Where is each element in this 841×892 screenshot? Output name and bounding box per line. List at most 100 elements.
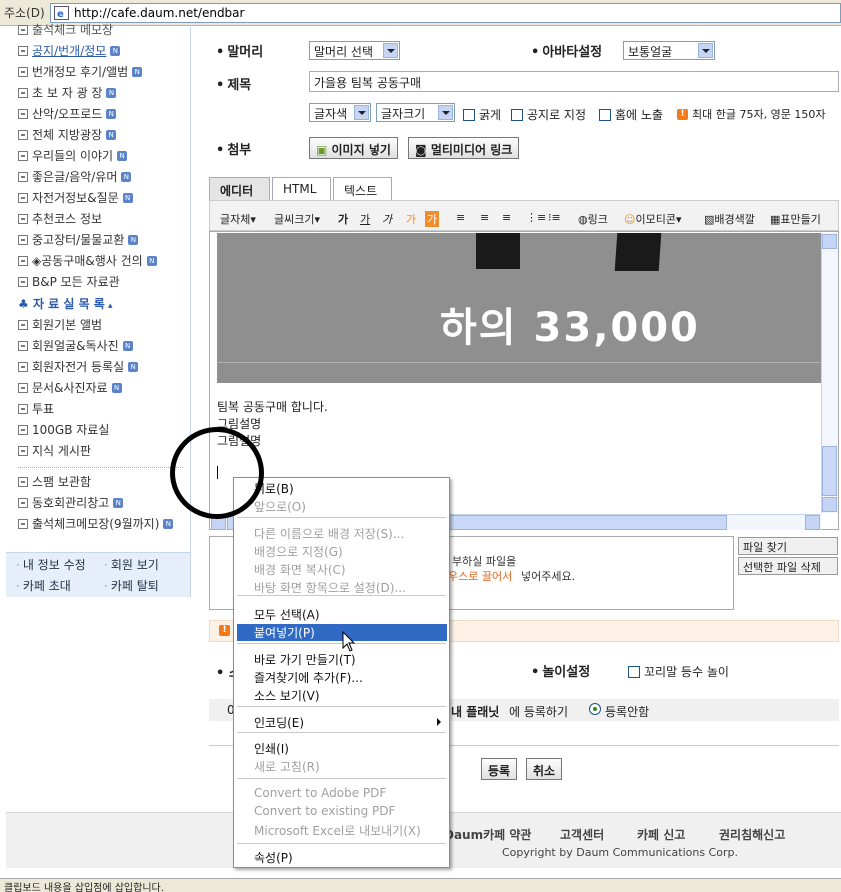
font-color-select[interactable]: 글자색	[309, 103, 371, 122]
warning-icon: !	[677, 108, 688, 120]
bold-checkbox[interactable]: 굵게	[463, 106, 501, 123]
footer-rights-link[interactable]: 권리침해신고	[719, 826, 785, 843]
align-left-icon[interactable]: ≡	[456, 211, 465, 224]
font-face-menu[interactable]: 글자체▾	[220, 211, 256, 227]
sidebar-item-8[interactable]: 추천코스 정보	[18, 210, 102, 227]
sidebar-section-item-0[interactable]: 회원기본 앨범	[18, 316, 102, 333]
no-register-radio[interactable]	[589, 703, 601, 715]
notice-checkbox[interactable]: 공지로 지정	[511, 106, 586, 123]
italic-icon[interactable]: 가	[382, 211, 392, 227]
ordered-list-icon[interactable]: ⋮≡	[526, 211, 546, 224]
sidebar-section-item-1[interactable]: 회원얼굴&독사진 N	[18, 337, 133, 354]
tab-text[interactable]: 텍스트	[333, 177, 392, 200]
dropdown-arrow-icon	[354, 105, 369, 120]
view-members-link[interactable]: 회원 보기	[104, 556, 159, 573]
footer-terms-link[interactable]: Daum카페 약관	[444, 826, 531, 843]
insert-image-button[interactable]: ▣ 이미지 넣기	[309, 137, 398, 159]
sidebar-item-0[interactable]: 공지/번개/정모 N	[18, 42, 121, 59]
sidebar-section-item-2[interactable]: 회원자전거 등록실 N	[18, 358, 139, 375]
reply-rank-checkbox[interactable]: 꼬리말 등수 놀이	[628, 663, 729, 680]
leave-cafe-link[interactable]: 카페 탈퇴	[104, 577, 159, 594]
sidebar-item-label: 동호회관리창고	[32, 496, 110, 510]
checkbox-box[interactable]	[599, 108, 611, 121]
emoticon-tool[interactable]: ☺이모티콘▾	[624, 211, 681, 227]
tab-editor[interactable]: 에디터	[209, 177, 270, 200]
table-tool[interactable]: ▦표만들기	[770, 211, 821, 227]
scroll-up-icon[interactable]	[822, 234, 837, 249]
context-menu-item-7[interactable]: 붙여넣기(P)	[254, 624, 315, 641]
context-menu-item-9[interactable]: 즐겨찾기에 추가(F)...	[254, 669, 363, 686]
bgcolor-tool[interactable]: ▧배경색깔	[704, 211, 755, 227]
sidebar-section-item-5[interactable]: 100GB 자료실	[18, 421, 109, 438]
header-select[interactable]: 말머리 선택	[309, 41, 400, 60]
context-menu-item-17[interactable]: 속성(P)	[254, 849, 293, 866]
underline-icon[interactable]: 가	[360, 211, 370, 227]
context-menu-item-12[interactable]: 인쇄(I)	[254, 740, 289, 757]
footer-report-link[interactable]: 카페 신고	[637, 826, 685, 843]
new-badge-icon: N	[106, 108, 117, 119]
bgcolor-icon: ▧	[704, 213, 715, 226]
find-file-button[interactable]: 파일 찾기	[738, 537, 838, 555]
cafe-sidebar: 출석체크 메모장 공지/번개/정모 N 번개정모 후기/앨범 N 초 보 자 광 장N 산…	[6, 23, 191, 597]
sidebar-item-1[interactable]: 번개정모 후기/앨범 N	[18, 63, 143, 80]
highlight-icon[interactable]: 가	[425, 211, 440, 227]
delete-file-button[interactable]: 선택한 파일 삭제	[738, 557, 838, 575]
context-menu-item-1: 앞으로(O)	[254, 500, 306, 514]
context-menu-item-10[interactable]: 소스 보기(V)	[254, 687, 320, 704]
planet-bold: 내 플래닛	[451, 705, 500, 719]
sidebar-extra-item-1[interactable]: 동호회관리창고 N	[18, 494, 124, 511]
context-menu-item-8[interactable]: 바로 가기 만들기(T)	[254, 651, 356, 668]
sidebar-item-2[interactable]: 초 보 자 광 장N	[18, 84, 117, 101]
font-size-select[interactable]: 글자크기	[376, 103, 455, 122]
planet-radio-label: 등록안함	[605, 705, 650, 719]
sidebar-section-item-3[interactable]: 문서&사진자료 N	[18, 379, 122, 396]
cancel-button[interactable]: 취소	[526, 758, 563, 780]
scroll-right-icon[interactable]	[805, 515, 820, 530]
sidebar-item-partial[interactable]: 출석체크 메모장	[18, 21, 113, 38]
sidebar-item-10[interactable]: ◈공동구매&행사 건의 N	[18, 252, 157, 269]
sidebar-section-item-4[interactable]: 투표	[18, 400, 54, 417]
checkbox-box[interactable]	[628, 665, 640, 678]
sidebar-item-6[interactable]: 좋은글/음악/유머 N	[18, 168, 132, 185]
board-icon	[18, 424, 28, 435]
banner-shape	[614, 233, 662, 271]
title-input[interactable]: 가을용 팀복 공동구매	[309, 71, 839, 92]
submit-button[interactable]: 등록	[481, 758, 518, 780]
editor-vertical-scrollbar[interactable]	[821, 233, 838, 513]
footer-support-link[interactable]: 고객센터	[560, 826, 604, 843]
sidebar-item-3[interactable]: 산악/오프로드 N	[18, 105, 117, 122]
sidebar-item-11[interactable]: B&P 모든 자료관	[18, 273, 120, 290]
context-menu-item-11[interactable]: 인코딩(E)	[254, 714, 304, 731]
edit-profile-link[interactable]: 내 정보 수정	[16, 556, 86, 573]
checkbox-box[interactable]	[511, 108, 523, 121]
ie-page-icon: e	[54, 6, 69, 20]
scroll-thumb[interactable]	[822, 446, 837, 496]
multimedia-link-button[interactable]: ◙ 멀티미디어 링크	[408, 137, 520, 159]
bold-icon[interactable]: 가	[338, 211, 348, 227]
sidebar-item-5[interactable]: 우리들의 이야기 N	[18, 147, 128, 164]
sidebar-section-item-6[interactable]: 지식 게시판	[18, 442, 91, 459]
unordered-list-icon[interactable]: ⁝≡	[548, 211, 561, 224]
checkbox-box[interactable]	[463, 108, 475, 121]
text-color-icon[interactable]: 가	[406, 211, 416, 227]
board-icon	[18, 382, 28, 393]
align-center-icon[interactable]: ≡	[480, 211, 489, 224]
link-tool[interactable]: ◍링크	[578, 211, 608, 227]
sidebar-item-label: 출석체크메모장(9월까지)	[32, 517, 160, 531]
context-menu-item-6[interactable]: 모두 선택(A)	[254, 606, 320, 623]
mouse-cursor-icon	[342, 631, 356, 652]
invite-link[interactable]: 카페 초대	[16, 577, 71, 594]
tab-html[interactable]: HTML	[272, 177, 331, 200]
avatar-select[interactable]: 보통얼굴	[623, 41, 715, 60]
sidebar-item-4[interactable]: 전체 지방광장 N	[18, 126, 117, 143]
sidebar-item-9[interactable]: 중고장터/물물교환 N	[18, 231, 139, 248]
sidebar-extra-item-0[interactable]: 스팸 보관함	[18, 473, 91, 490]
align-right-icon[interactable]: ≡	[502, 211, 511, 224]
font-size-menu[interactable]: 글씨크기▾	[274, 211, 320, 227]
scroll-down-icon[interactable]	[822, 497, 837, 512]
sidebar-section-heading[interactable]: ♣ 자 료 실 목 록 ▴	[18, 295, 113, 312]
sidebar-extra-item-2[interactable]: 출석체크메모장(9월까지) N	[18, 515, 174, 532]
home-checkbox[interactable]: 홈에 노출	[599, 106, 663, 123]
sidebar-item-7[interactable]: 자전거정보&질문 N	[18, 189, 133, 206]
new-badge-icon: N	[106, 129, 117, 140]
